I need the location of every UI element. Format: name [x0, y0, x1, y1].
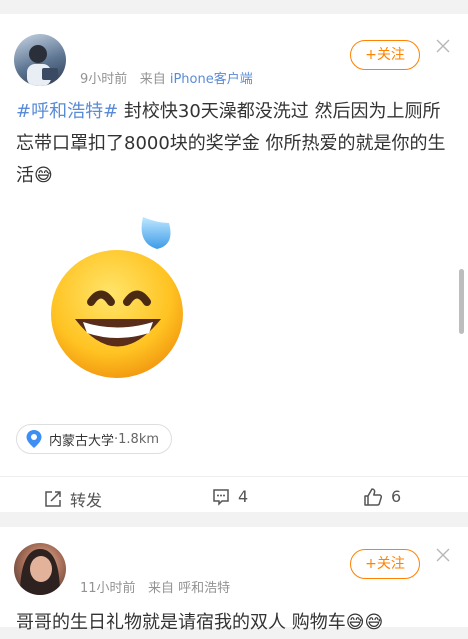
source-prefix: 来自 [147, 581, 174, 596]
like-button[interactable]: 6 [363, 487, 401, 506]
repost-label: 转发 [70, 491, 103, 510]
scrollbar[interactable] [459, 269, 464, 334]
follow-button[interactable]: +关注 [350, 40, 420, 70]
like-count: 6 [391, 487, 402, 506]
sweat-smile-emoji[interactable] [45, 209, 200, 384]
like-icon [364, 487, 383, 506]
location-tag[interactable]: 内蒙古大学 ·1.8km [16, 424, 173, 454]
close-icon[interactable] [436, 548, 450, 562]
hashtag-link[interactable]: #呼和浩特# [16, 101, 118, 122]
post-meta: 9小时前 来自 iPhone客户端 [80, 68, 253, 87]
repost-icon [45, 491, 61, 507]
post-body: 哥哥的生日礼物就是请宿我的双人 购物车😅😅 [16, 612, 384, 633]
post-source[interactable]: iPhone客户端 [170, 72, 253, 87]
post-card: 11小时前 来自 呼和浩特 +关注 哥哥的生日礼物就是请宿我的双人 购物车😅😅 [0, 527, 468, 633]
source-prefix: 来自 [139, 72, 166, 87]
comment-count: 4 [238, 487, 249, 506]
comment-button[interactable]: 4 [212, 487, 248, 506]
follow-button[interactable]: +关注 [350, 549, 420, 579]
location-distance: ·1.8km [114, 431, 160, 447]
action-bar: 转发 4 6 [0, 476, 468, 513]
avatar-image [20, 549, 60, 595]
post-source[interactable]: 呼和浩特 [178, 581, 230, 596]
repost-button[interactable]: 转发 [44, 487, 102, 511]
location-name: 内蒙古大学 [49, 433, 115, 449]
close-icon[interactable] [436, 39, 450, 53]
post-text: #呼和浩特# 封校快30天澡都没洗过 然后因为上厕所忘带口罩扣了8000块的奖学… [16, 96, 446, 192]
post-time: 9小时前 [80, 72, 128, 87]
post-meta: 11小时前 来自 呼和浩特 [80, 577, 230, 596]
comment-icon [213, 488, 229, 506]
location-pin-icon [26, 430, 42, 448]
avatar[interactable] [14, 543, 66, 595]
avatar[interactable] [14, 34, 66, 86]
post-card: 9小时前 来自 iPhone客户端 +关注 #呼和浩特# 封校快30天澡都没洗过… [0, 14, 468, 512]
post-time: 11小时前 [80, 581, 136, 596]
avatar-image [27, 45, 58, 86]
